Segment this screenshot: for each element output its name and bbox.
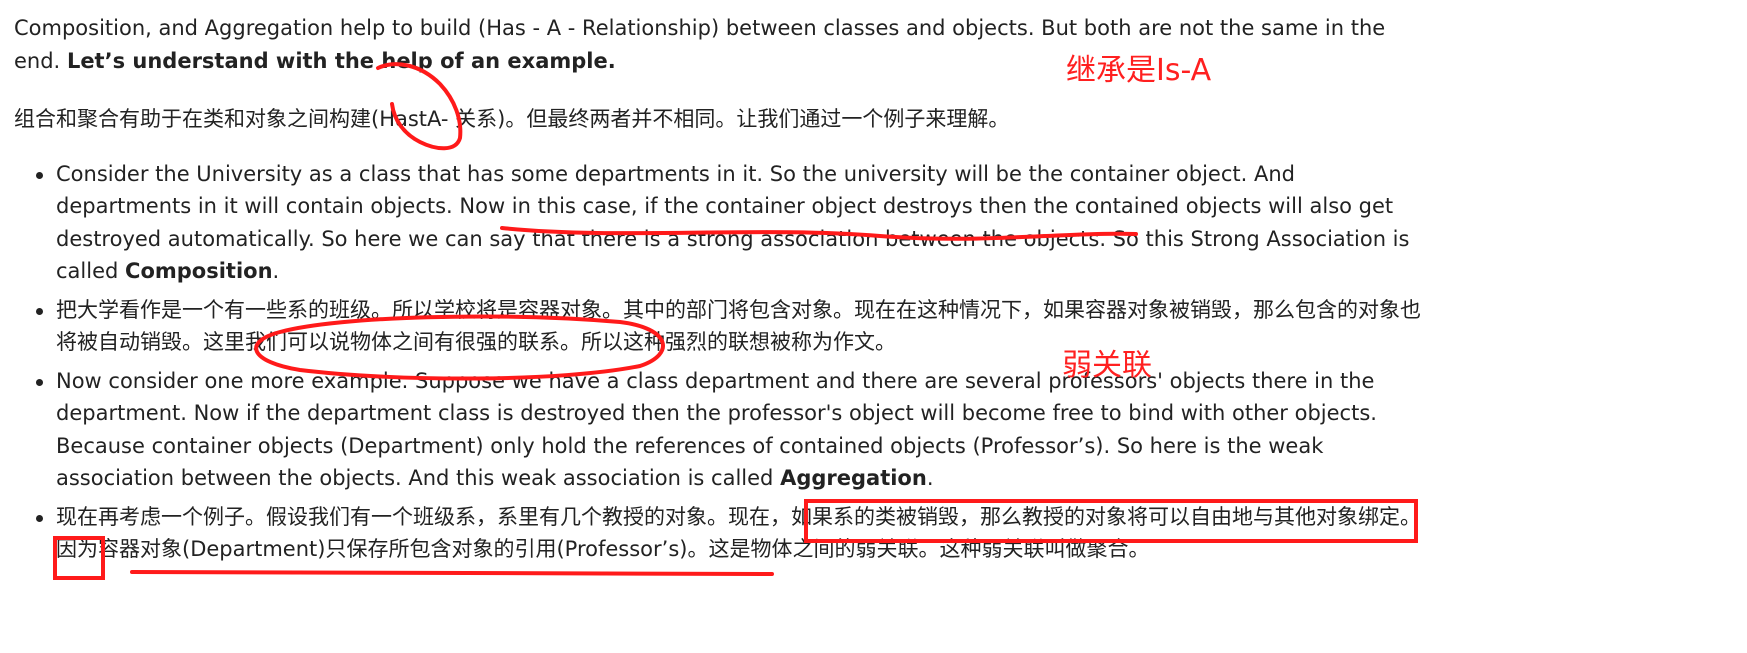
handwritten-note-is-a: 继承是Is-A (1066, 53, 1212, 88)
bullet-bold-term: Aggregation (780, 466, 927, 490)
bullet-text: 把大学看作是一个有一些系的班级。所以学校将是容器对象。其中的部门将包含对象。现在… (56, 297, 1421, 355)
bullet-text: 现在再考虑一个例子。假设我们有一个班级系，系里有几个教授的对象。现在，如果系的类… (56, 504, 1421, 562)
bullet-aggregation-cn: 现在再考虑一个例子。假设我们有一个班级系，系里有几个教授的对象。现在，如果系的类… (14, 501, 1436, 566)
intro-paragraph-cn: 组合和聚合有助于在类和对象之间构建(HastA- 关系)。但最终两者并不相同。让… (14, 107, 1010, 131)
bullet-aggregation-en: Now consider one more example. Suppose w… (14, 365, 1436, 495)
article-content: Composition, and Aggregation help to bui… (14, 12, 1574, 572)
intro-bold-text: Let’s understand with the help of an exa… (66, 48, 616, 73)
bullet-text: Now consider one more example. Suppose w… (56, 368, 1377, 491)
bullet-bold-term: Composition (125, 259, 273, 283)
underline-mark-references (130, 570, 774, 576)
bullet-composition-cn: 把大学看作是一个有一些系的班级。所以学校将是容器对象。其中的部门将包含对象。现在… (14, 294, 1436, 359)
bullet-list: Consider the University as a class that … (14, 158, 1574, 566)
bullet-composition-en: Consider the University as a class that … (14, 158, 1436, 288)
bullet-tail: . (272, 259, 280, 283)
bullet-tail: . (926, 466, 934, 490)
handwritten-note-weak-association: 弱关联 (1062, 348, 1152, 383)
